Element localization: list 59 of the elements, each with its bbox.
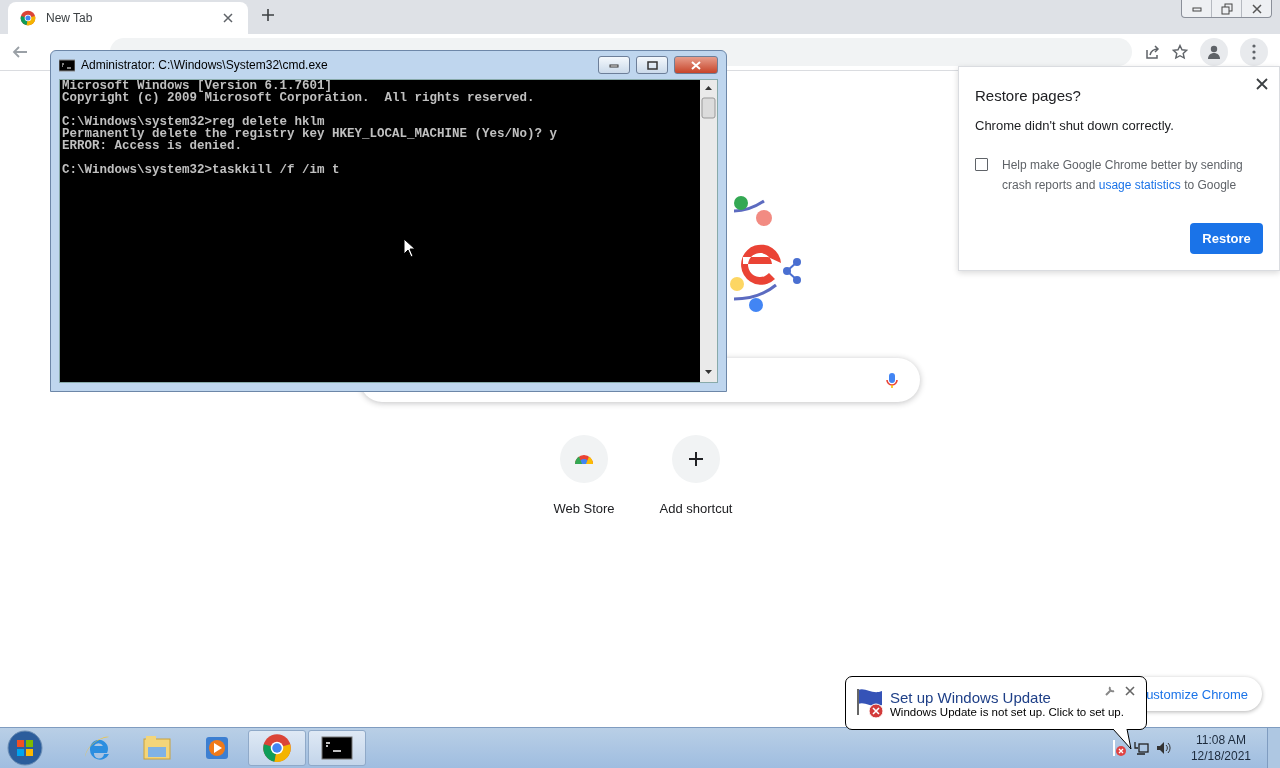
- console-line: Copyright (c) 2009 Microsoft Corporation. All rights reserved.: [62, 92, 536, 104]
- network-icon[interactable]: [1132, 740, 1149, 756]
- close-icon: [690, 60, 702, 70]
- close-icon[interactable]: [1124, 685, 1136, 697]
- checkbox[interactable]: [975, 158, 988, 171]
- console-line: C:\Windows\system32>taskkill /f /im t: [62, 164, 341, 176]
- person-icon: [1206, 44, 1222, 60]
- minimize-button[interactable]: [598, 56, 630, 74]
- volume-icon[interactable]: [1154, 740, 1171, 756]
- new-tab-icon[interactable]: [260, 7, 276, 23]
- shortcut-tile[interactable]: Web Store: [528, 435, 640, 516]
- close-icon[interactable]: [1250, 2, 1263, 15]
- console-line: C:\Windows\system32>reg delete hklm: [62, 116, 326, 128]
- tab-title: New Tab: [46, 11, 94, 25]
- close-button[interactable]: [674, 56, 718, 74]
- clock[interactable]: 11:08 AM 12/18/2021: [1190, 732, 1251, 764]
- wrench-icon[interactable]: [1104, 685, 1116, 697]
- start-button-icon[interactable]: [6, 729, 44, 767]
- star-icon[interactable]: [1172, 44, 1188, 60]
- chrome-icon: [20, 10, 36, 26]
- browser-tab[interactable]: New Tab: [8, 2, 248, 34]
- microphone-icon: [884, 372, 900, 388]
- maximize-icon: [646, 60, 658, 70]
- console-line: ERROR: Access is denied.: [62, 140, 243, 152]
- maximize-button[interactable]: [636, 56, 668, 74]
- flag-error-icon: [854, 687, 886, 719]
- mouse-pointer-icon: [403, 238, 415, 258]
- profile-button[interactable]: [1200, 38, 1228, 66]
- balloon-tail: [1113, 729, 1133, 750]
- update-error-icon[interactable]: [1110, 739, 1127, 757]
- notification-balloon[interactable]: Set up Windows Update Windows Update is not set up. Click to set up.: [845, 676, 1147, 730]
- time-text: 11:08 AM: [1196, 732, 1246, 748]
- shortcut-tile[interactable]: Add shortcut: [640, 435, 752, 516]
- restore-icon[interactable]: [1220, 2, 1233, 15]
- share-icon[interactable]: [1144, 44, 1160, 60]
- console-line: Permanently delete the registry key HKEY_LOCAL_MACHINE (Yes/No)? y: [62, 128, 559, 140]
- command-prompt-icon: [321, 733, 353, 763]
- chrome-icon: [262, 733, 292, 763]
- notification-title: Set up Windows Update: [890, 688, 1051, 706]
- folder-icon: [142, 733, 172, 763]
- menu-dots-icon: [1252, 44, 1256, 60]
- shortcut-label: Add shortcut: [659, 501, 733, 516]
- dialog-message: Chrome didn't shut down correctly.: [975, 118, 1175, 133]
- back-arrow-icon[interactable]: [12, 44, 28, 60]
- minimize-icon: [609, 61, 619, 69]
- close-icon[interactable]: [1255, 77, 1269, 91]
- console-line: Microsoft Windows [Version 6.1.7601]: [62, 80, 333, 92]
- command-prompt-icon: [59, 58, 75, 72]
- usage-statistics-link[interactable]: usage statistics: [1098, 178, 1181, 192]
- checkbox-label: Help make Google Chrome better by sending crash reports and usage statistics to Google: [1002, 157, 1244, 194]
- scrollbar[interactable]: [700, 80, 717, 382]
- taskbar-app-button[interactable]: [308, 730, 366, 766]
- dialog-title: Restore pages?: [975, 87, 1082, 104]
- window-title: Administrator: C:\Windows\System32\cmd.exe: [81, 58, 329, 72]
- date-text: 12/18/2021: [1190, 748, 1251, 764]
- restore-button[interactable]: Restore: [1190, 223, 1263, 254]
- shortcut-label: Web Store: [553, 501, 615, 516]
- store-icon: [575, 454, 593, 464]
- plus-icon: [688, 451, 704, 467]
